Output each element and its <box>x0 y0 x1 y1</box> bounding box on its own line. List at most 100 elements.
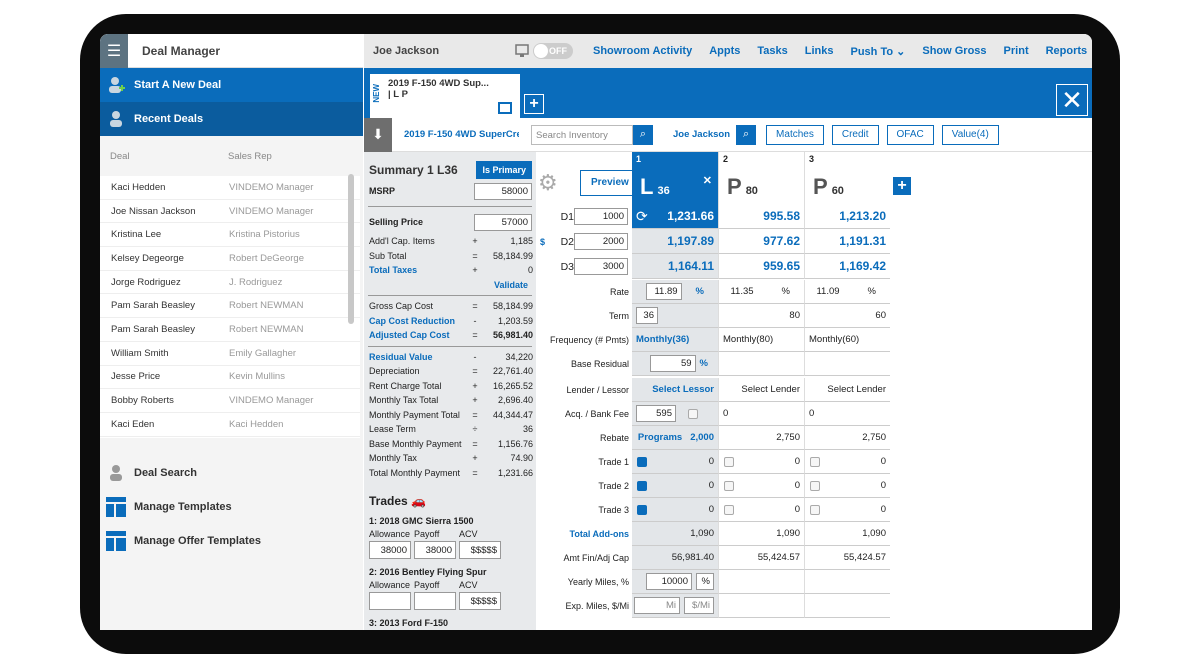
lender-select[interactable]: Select Lender <box>827 384 886 395</box>
allowance-input[interactable]: 38000 <box>369 541 411 559</box>
miles-input[interactable]: Mi <box>634 597 680 614</box>
column-3-cell[interactable]: 1,090 <box>804 522 890 546</box>
deal-tab[interactable]: NEW 2019 F-150 4WD Sup... | L P <box>370 74 520 118</box>
trade-checkbox[interactable] <box>810 504 820 515</box>
print-link[interactable]: Print <box>1004 45 1029 57</box>
search-icon[interactable]: ⌕ <box>633 124 653 145</box>
column-2-cell[interactable] <box>718 570 804 594</box>
add-column-button[interactable]: + <box>892 176 912 196</box>
column-2-cell[interactable]: 80 <box>718 304 804 328</box>
list-item[interactable]: Bobby Roberts VINDEMO Manager <box>100 389 360 413</box>
start-new-deal-button[interactable]: Start A New Deal <box>100 68 363 102</box>
payoff-input[interactable] <box>414 592 456 610</box>
column-3-cell[interactable] <box>804 570 890 594</box>
column-1-cell[interactable]: 10000% <box>632 570 718 594</box>
copy-deal-icon[interactable] <box>498 102 512 114</box>
column-1-cell[interactable]: 11.89% <box>632 280 718 304</box>
allowance-input[interactable] <box>369 592 411 610</box>
value-button[interactable]: Value(4) <box>941 124 999 145</box>
selling-price-input[interactable]: 57000 <box>474 213 532 231</box>
percent-input[interactable]: % <box>696 573 714 590</box>
down-payment-input[interactable]: 1000 <box>574 208 628 225</box>
lender-select[interactable]: Select Lender <box>741 384 800 395</box>
column-1-header[interactable]: 1 L 36 ✕ <box>632 152 718 204</box>
trade-checkbox[interactable] <box>810 456 820 467</box>
matches-button[interactable]: Matches <box>766 124 824 145</box>
hamburger-icon[interactable]: ☰ <box>100 34 128 68</box>
trade-checkbox[interactable] <box>637 456 647 467</box>
cost-per-mile-input[interactable]: $/Mi <box>684 597 714 614</box>
validate-link[interactable]: Validate <box>364 278 536 293</box>
column-2-cell[interactable]: 55,424.57 <box>718 546 804 570</box>
msrp-input[interactable]: 58000 <box>474 182 532 200</box>
appts-link[interactable]: Appts <box>709 45 740 57</box>
column-3-cell[interactable]: 0 <box>804 450 890 474</box>
refresh-icon[interactable]: ⟳ <box>636 208 648 225</box>
column-1-cell[interactable]: 1,164.11 <box>632 254 718 279</box>
toggle-switch[interactable]: OFF <box>533 43 573 59</box>
manage-offer-templates-button[interactable]: Manage Offer Templates <box>100 524 363 558</box>
vehicle-title[interactable]: 2019 F-150 4WD SuperCre... <box>404 129 519 140</box>
list-item[interactable]: Jorge Rodriguez J. Rodriguez <box>100 271 360 295</box>
trade-checkbox[interactable] <box>724 456 734 467</box>
manage-templates-button[interactable]: Manage Templates <box>100 490 363 524</box>
list-item[interactable]: Kaci Eden Kaci Hedden <box>100 413 360 437</box>
trade-checkbox[interactable] <box>724 480 734 491</box>
column-2-cell[interactable]: 977.62 <box>718 229 804 254</box>
payoff-input[interactable]: 38000 <box>414 541 456 559</box>
checkbox[interactable] <box>688 408 698 419</box>
deal-search-button[interactable]: Deal Search <box>100 456 363 490</box>
links-link[interactable]: Links <box>805 45 834 57</box>
trade-checkbox[interactable] <box>637 480 647 491</box>
rate-input[interactable]: 11.89 <box>645 283 682 300</box>
column-2-cell[interactable]: 0 <box>718 474 804 498</box>
showroom-activity-link[interactable]: Showroom Activity <box>593 45 692 57</box>
column-2-cell[interactable]: 0 <box>718 498 804 522</box>
column-3-cell[interactable]: 0 <box>804 402 890 426</box>
column-3-cell[interactable]: 60 <box>804 304 890 328</box>
column-2-cell[interactable]: 0 <box>718 402 804 426</box>
list-item[interactable]: William Smith Emily Gallagher <box>100 342 360 366</box>
down-payment-input[interactable]: 2000 <box>574 233 628 250</box>
gear-icon[interactable]: ⚙ <box>538 170 558 196</box>
column-3-cell[interactable]: 2,750 <box>804 426 890 450</box>
column-2-cell[interactable]: 995.58 <box>718 204 804 229</box>
term-input[interactable]: 36 <box>636 307 658 324</box>
tasks-link[interactable]: Tasks <box>757 45 787 57</box>
list-item[interactable]: Pam Sarah Beasley Robert NEWMAN <box>100 318 360 342</box>
frequency-value[interactable]: Monthly(80) <box>723 334 773 345</box>
column-1-cell[interactable]: 0 <box>632 450 718 474</box>
column-3-cell[interactable]: Select Lender <box>804 378 890 402</box>
reports-link[interactable]: Reports <box>1046 45 1088 57</box>
frequency-value[interactable]: Monthly(60) <box>809 334 859 345</box>
column-1-cell[interactable]: Programs 2,000 <box>632 426 718 450</box>
column-2-cell[interactable]: 2,750 <box>718 426 804 450</box>
column-1-cell[interactable]: 1,090 <box>632 522 718 546</box>
column-3-cell[interactable] <box>804 594 890 618</box>
yearly-miles-input[interactable]: 10000 <box>646 573 692 590</box>
column-2-header[interactable]: 2 P 80 <box>718 152 804 204</box>
column-2-cell[interactable]: Select Lender <box>718 378 804 402</box>
column-1-cell[interactable]: 0 <box>632 474 718 498</box>
column-3-header[interactable]: 3 P 60 <box>804 152 890 204</box>
show-gross-link[interactable]: Show Gross <box>922 45 986 57</box>
column-1-cell[interactable]: 1,197.89 <box>632 229 718 254</box>
customer-search-icon[interactable]: ⌕ <box>736 124 757 145</box>
column-2-cell[interactable]: 11.35% <box>718 280 804 304</box>
toolbar-customer[interactable]: Joe Jackson <box>673 129 730 140</box>
column-3-cell[interactable]: 1,169.42 <box>804 254 890 279</box>
column-1-cell[interactable]: 36 <box>632 304 718 328</box>
ofac-button[interactable]: OFAC <box>886 124 934 145</box>
preview-button[interactable]: Preview <box>580 170 640 196</box>
acq-fee-input[interactable]: 595 <box>636 405 676 422</box>
column-3-cell[interactable]: 1,213.20 <box>804 204 890 229</box>
base-residual-input[interactable]: 59 <box>649 355 696 372</box>
column-2-cell[interactable]: Monthly(80) <box>718 328 804 352</box>
test-drive-toggle[interactable]: OFF <box>515 43 573 59</box>
credit-button[interactable]: Credit <box>831 124 879 145</box>
trade-checkbox[interactable] <box>810 480 820 491</box>
column-2-cell[interactable]: 959.65 <box>718 254 804 279</box>
trade-checkbox[interactable] <box>724 504 734 515</box>
download-icon[interactable]: ⬇ <box>364 117 392 152</box>
list-item[interactable]: Kristina Lee Kristina Pistorius <box>100 223 360 248</box>
